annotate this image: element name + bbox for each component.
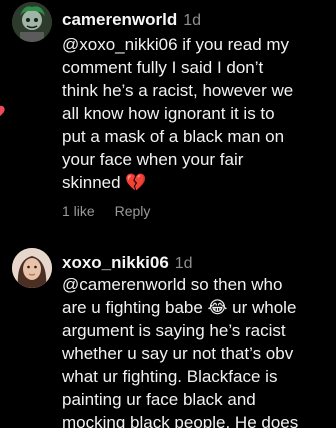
comment-line: mocking black people. He does [62, 413, 299, 428]
comment-timestamp: 1d [183, 12, 202, 29]
comment-line: what ur fighting. Blackface is [62, 367, 278, 386]
comment-username[interactable]: xoxo_nikki06 1d [62, 253, 193, 273]
comment-line: painting ur face black and [62, 390, 256, 409]
comment-text: @xoxo_nikki06 if you read my comment ful… [62, 33, 293, 194]
comment-line: put a mask of a black man on [62, 127, 285, 146]
comment-username[interactable]: camerenworld 1d [62, 10, 201, 30]
username-text[interactable]: camerenworld [62, 10, 177, 29]
comment-line: think he’s a racist, however we [62, 81, 294, 100]
comment-line: argument is saying he’s racist [62, 321, 286, 340]
comment-line: whether u say ur not that’s obv [62, 344, 294, 363]
comment-timestamp: 1d [174, 255, 193, 272]
comment-line: @camerenworld so then who [62, 275, 283, 294]
comment-line: your face when your fair [62, 150, 244, 169]
comment-line: comment fully I said I don’t [62, 58, 264, 77]
comment-meta: 1 like Reply [62, 203, 166, 219]
likes-count[interactable]: 1 like [62, 203, 95, 219]
comment-line: are u fighting babe 😂 ur whole [62, 298, 297, 317]
comment-line: skinned 💔 [62, 173, 147, 192]
reply-button[interactable]: Reply [115, 203, 151, 219]
comments-screen: camerenworld 1d @xoxo_nikki06 if you read… [0, 0, 336, 428]
username-text[interactable]: xoxo_nikki06 [62, 253, 169, 272]
heart-filled-icon[interactable] [0, 104, 6, 120]
comment-text: @camerenworld so then who are u fighting… [62, 273, 298, 428]
avatar[interactable] [12, 2, 52, 42]
comment-line: all know how ignorant it is to [62, 104, 275, 123]
avatar[interactable] [12, 248, 52, 288]
avatar-cartoon-icon [12, 2, 52, 42]
avatar-photo-icon [12, 248, 52, 288]
comment-line: @xoxo_nikki06 if you read my [62, 35, 290, 54]
